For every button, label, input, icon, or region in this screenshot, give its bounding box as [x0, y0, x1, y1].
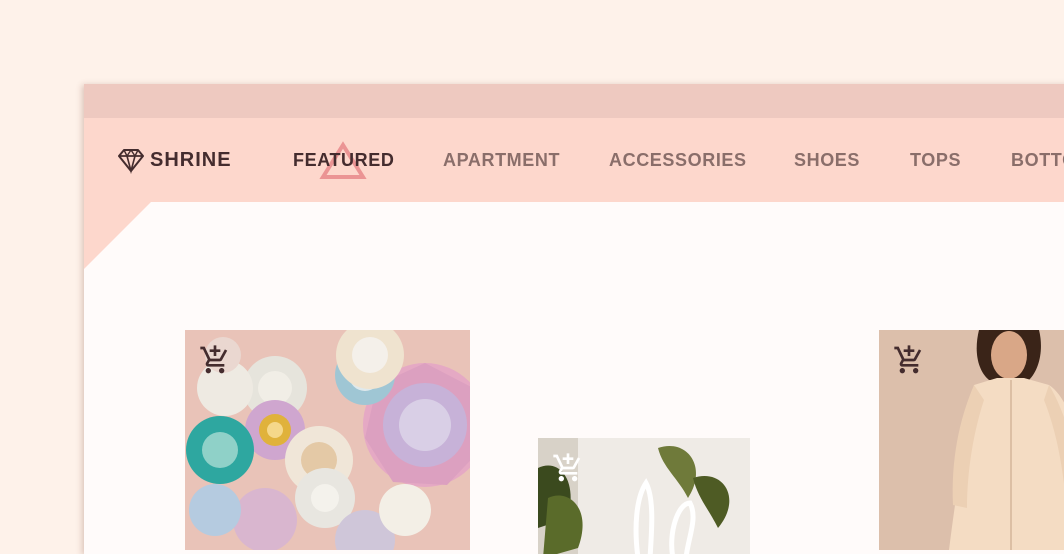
nav-tab-bottoms[interactable]: BOTTOMS — [1011, 146, 1064, 174]
add-shopping-cart-icon[interactable] — [199, 344, 231, 376]
brand[interactable]: SHRINE — [117, 146, 232, 174]
product-card-teacups[interactable] — [185, 330, 470, 550]
window-titlebar — [84, 84, 1064, 118]
brand-name: SHRINE — [150, 148, 232, 171]
header-corner-notch — [84, 201, 152, 269]
add-shopping-cart-icon[interactable] — [552, 452, 584, 484]
add-shopping-cart-icon[interactable] — [893, 344, 925, 376]
nav-tab-apartment[interactable]: APARTMENT — [443, 146, 560, 174]
nav-tab-tops[interactable]: TOPS — [910, 146, 961, 174]
nav-tab-featured[interactable]: FEATURED — [293, 146, 394, 174]
nav-tab-shoes[interactable]: SHOES — [794, 146, 860, 174]
app-window: SHRINE FEATURED APARTMENT ACCESSORIES SH… — [84, 84, 1064, 554]
nav-tab-accessories[interactable]: ACCESSORIES — [609, 146, 747, 174]
diamond-icon — [118, 149, 144, 174]
product-card-plant[interactable] — [538, 438, 750, 554]
product-card-shirt[interactable] — [879, 330, 1064, 550]
